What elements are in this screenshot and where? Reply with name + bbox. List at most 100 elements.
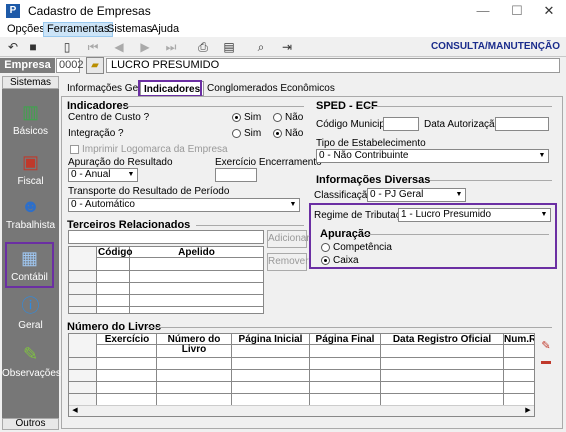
apuracao-resultado-value: 0 - Anual [71, 169, 111, 180]
exit-icon[interactable]: ⇥ [278, 38, 296, 56]
book-icon: ▥ [21, 102, 39, 122]
menu-ferramentas[interactable]: Ferramentas [43, 22, 114, 37]
chevron-down-icon: ▼ [455, 191, 463, 198]
remover-button[interactable]: Remover [267, 253, 309, 271]
menu-opcoes[interactable]: Opções [4, 22, 48, 37]
row-line [69, 393, 534, 394]
integracao-nao-radio[interactable] [273, 129, 282, 138]
classificacao-value: 0 - PJ Geral [370, 189, 424, 200]
centro-custo-nao-radio[interactable] [273, 113, 282, 122]
col-pagina-final-header: Página Final [315, 334, 375, 345]
caixa-radio[interactable] [321, 256, 330, 265]
regime-tributacao-value: 1 - Lucro Presumido [401, 209, 492, 220]
sidebar-item-label: Geral [18, 320, 43, 331]
empresa-code-field[interactable]: 0002 [56, 58, 83, 73]
next-record-icon[interactable]: ▶ [136, 38, 154, 56]
sidebar-item-trabalhista[interactable]: ☻ Trabalhista [2, 192, 59, 242]
chevron-down-icon: ▼ [127, 171, 135, 178]
mode-indicator: CONSULTA/MANUTENÇÃO [430, 41, 560, 52]
info-icon: ⓘ [21, 296, 40, 316]
minimize-button[interactable]: — [466, 2, 500, 20]
empresa-name-field[interactable]: LUCRO PRESUMIDO [106, 58, 560, 73]
tab-conglomerados[interactable]: Conglomerados Econômicos [204, 81, 338, 96]
centro-custo-sim-label: Sim [244, 112, 262, 123]
title-bar: P Cadastro de Empresas — ☐ ✕ [0, 0, 566, 22]
remove-line-icon[interactable] [541, 361, 551, 364]
transporte-label: Transporte do Resultado de Período [68, 186, 230, 197]
caixa-label: Caixa [333, 255, 359, 266]
apuracao-resultado-select[interactable]: 0 - Anual ▼ [68, 168, 138, 182]
edit-pencil-icon[interactable]: ✎ [540, 340, 552, 352]
sidebar-item-label: Contábil [11, 272, 48, 283]
transporte-value: 0 - Automático [71, 199, 135, 210]
data-autorizacao-input[interactable] [495, 117, 549, 131]
col-data-registro-header: Data Registro Oficial [392, 334, 492, 345]
print-preview-icon[interactable]: ▤ [220, 38, 238, 56]
sidebar-item-contabil[interactable]: ▦ Contábil [5, 242, 54, 288]
transporte-select[interactable]: 0 - Automático ▼ [68, 198, 300, 212]
tipo-estabelecimento-value: 0 - Não Contribuinte [319, 150, 409, 161]
adicionar-button[interactable]: Adicionar [267, 230, 310, 248]
livros-grid[interactable]: Exercício Número do Livro Página Inicial… [68, 333, 535, 417]
indicadores-title: Indicadores [67, 100, 129, 112]
app-icon: P [6, 4, 20, 18]
sidebar-item-basicos[interactable]: ▥ Básicos [2, 98, 59, 148]
previous-record-icon[interactable]: ◀ [110, 38, 128, 56]
undo-icon[interactable]: ↶ [4, 38, 22, 56]
chevron-down-icon: ▼ [540, 211, 548, 218]
folder-icon[interactable]: ▰ [86, 57, 104, 74]
row-line [69, 294, 263, 295]
maximize-button[interactable]: ☐ [500, 2, 534, 20]
integracao-sim-label: Sim [244, 128, 262, 139]
close-button[interactable]: ✕ [532, 2, 566, 20]
col-num-registro-header: Num.Re [504, 335, 534, 345]
regime-tributacao-select[interactable]: 1 - Lucro Presumido ▼ [398, 208, 551, 222]
save-icon[interactable]: ■ [24, 38, 42, 56]
row-line [69, 357, 534, 358]
imprimir-logo-checkbox[interactable] [70, 145, 79, 154]
divider [196, 225, 304, 226]
new-document-icon[interactable]: ▯ [58, 38, 76, 56]
sidebar-item-geral[interactable]: ⓘ Geral [2, 292, 59, 342]
terceiros-grid[interactable]: Código Apelido [68, 246, 264, 314]
film-icon: ▣ [21, 152, 39, 172]
integracao-nao-label: Não [285, 128, 304, 139]
integracao-label: Integração ? [68, 128, 124, 139]
sidebar-item-observacoes[interactable]: ✎ Observações [2, 340, 61, 390]
print-icon[interactable]: ⎙ [194, 38, 212, 56]
centro-custo-sim-radio[interactable] [232, 113, 241, 122]
sidebar-footer[interactable]: Outros [2, 418, 59, 430]
sidebar-item-fiscal[interactable]: ▣ Fiscal [2, 148, 59, 198]
exercicio-encerramento-input[interactable] [215, 168, 257, 182]
last-record-icon[interactable]: ⏭ [162, 38, 180, 56]
tipo-estabelecimento-select[interactable]: 0 - Não Contribuinte ▼ [316, 149, 549, 163]
divider [146, 327, 552, 328]
tab-highlight [138, 80, 202, 97]
row-selector [69, 247, 97, 313]
search-icon[interactable]: ⌕ [252, 38, 270, 56]
menu-ajuda[interactable]: Ajuda [148, 22, 182, 37]
centro-custo-label: Centro de Custo ? [68, 112, 150, 123]
first-record-icon[interactable]: ⏮ [84, 38, 102, 56]
col-exercicio-header: Exercício [104, 334, 150, 345]
horizontal-scrollbar[interactable]: ◀ ▶ [69, 405, 534, 416]
sidebar-header[interactable]: Sistemas [2, 76, 59, 89]
terceiros-search-input[interactable] [68, 230, 264, 244]
divider [363, 234, 549, 235]
pencil-icon: ✎ [22, 344, 39, 364]
classificacao-select[interactable]: 0 - PJ Geral ▼ [367, 188, 466, 202]
competencia-label: Competência [333, 242, 392, 253]
scroll-right-icon[interactable]: ▶ [523, 406, 533, 416]
sidebar-item-label: Fiscal [17, 176, 44, 187]
sidebar-item-label: Observações [2, 368, 61, 379]
codigo-municipio-input[interactable] [383, 117, 419, 131]
scroll-left-icon[interactable]: ◀ [70, 406, 80, 416]
row-line [69, 381, 534, 382]
chevron-down-icon: ▼ [289, 201, 297, 208]
integracao-sim-radio[interactable] [232, 129, 241, 138]
competencia-radio[interactable] [321, 243, 330, 252]
col-numero-livro-header: Número do Livro [167, 334, 221, 355]
col-codigo-header: Código [98, 247, 133, 258]
sidebar-item-label: Básicos [12, 126, 48, 137]
row-selector [69, 334, 97, 406]
